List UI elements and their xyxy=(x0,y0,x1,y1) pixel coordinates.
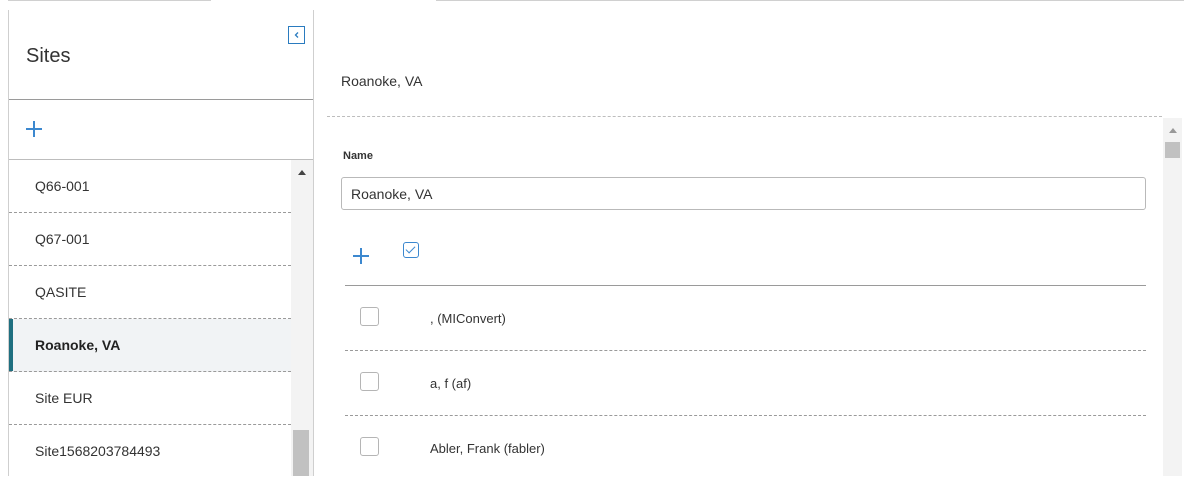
user-row: , (MIConvert) xyxy=(345,286,1146,351)
site-item-label: Roanoke, VA xyxy=(35,337,121,353)
scroll-thumb[interactable] xyxy=(293,430,309,476)
scroll-up-icon[interactable] xyxy=(1169,128,1177,133)
top-divider-left xyxy=(8,0,211,1)
scroll-thumb[interactable] xyxy=(1165,142,1180,158)
detail-scrollbar[interactable] xyxy=(1163,118,1182,476)
site-item-label: Q66-001 xyxy=(35,178,90,194)
site-list: Q66-001 Q67-001 QASITE Roanoke, VA Site … xyxy=(9,160,291,476)
collapse-panel-button[interactable] xyxy=(288,26,305,44)
sites-panel-title: Sites xyxy=(26,45,71,67)
detail-title: Roanoke, VA xyxy=(341,73,423,89)
user-list: , (MIConvert) a, f (af) Abler, Frank (fa… xyxy=(345,286,1146,481)
user-name: Abler, Frank (fabler) xyxy=(430,441,545,456)
site-item-label: QASITE xyxy=(35,284,87,300)
name-field[interactable] xyxy=(341,177,1146,210)
top-divider-right xyxy=(436,0,1184,1)
site-item-label: Site EUR xyxy=(35,390,93,406)
site-list-item[interactable]: QASITE xyxy=(9,266,291,319)
site-list-scrollbar[interactable] xyxy=(291,160,313,476)
add-site-icon[interactable] xyxy=(26,121,42,137)
user-row: a, f (af) xyxy=(345,351,1146,416)
site-list-item[interactable]: Q67-001 xyxy=(9,213,291,266)
site-list-item[interactable]: Site EUR xyxy=(9,372,291,425)
row-checkbox[interactable] xyxy=(360,307,379,326)
sites-panel-header: Sites xyxy=(9,10,313,100)
chevron-left-icon xyxy=(294,32,298,38)
site-item-label: Q67-001 xyxy=(35,231,90,247)
site-list-item-selected[interactable]: Roanoke, VA xyxy=(9,319,291,372)
row-checkbox[interactable] xyxy=(360,372,379,391)
name-field-label: Name xyxy=(343,150,373,162)
user-row: Abler, Frank (fabler) xyxy=(345,416,1146,481)
check-square-icon[interactable] xyxy=(403,242,419,258)
detail-divider xyxy=(327,116,1162,117)
scroll-up-icon[interactable] xyxy=(298,170,306,175)
user-name: a, f (af) xyxy=(430,376,472,391)
sites-panel: Sites Q66-001 Q67-001 QASITE Roanoke, VA… xyxy=(8,10,314,476)
add-site-row xyxy=(9,101,313,160)
user-name: , (MIConvert) xyxy=(430,311,506,326)
site-item-label: Site1568203784493 xyxy=(35,443,161,459)
site-list-item[interactable]: Site1568203784493 xyxy=(9,425,291,476)
row-checkbox[interactable] xyxy=(360,437,379,456)
site-list-item[interactable]: Q66-001 xyxy=(9,160,291,213)
add-user-icon[interactable] xyxy=(353,248,369,264)
